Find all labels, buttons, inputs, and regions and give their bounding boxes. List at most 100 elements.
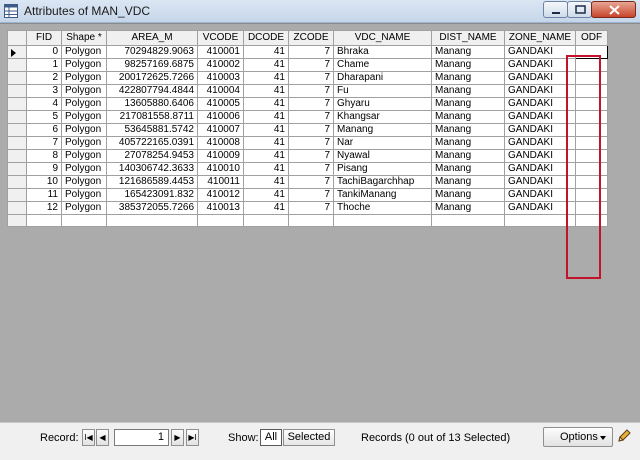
table-cell[interactable]: 41 bbox=[243, 123, 289, 137]
close-button[interactable] bbox=[591, 1, 636, 18]
table-cell[interactable]: 7 bbox=[288, 136, 334, 150]
table-cell[interactable] bbox=[575, 136, 608, 150]
table-cell[interactable]: 7 bbox=[288, 45, 334, 59]
table-cell[interactable]: Polygon bbox=[61, 175, 107, 189]
table-cell[interactable] bbox=[288, 214, 334, 227]
table-cell[interactable]: 410001 bbox=[197, 45, 244, 59]
column-header-dist-name[interactable]: DIST_NAME bbox=[431, 30, 505, 46]
table-cell[interactable]: Manang bbox=[333, 123, 432, 137]
column-header-zcode[interactable]: ZCODE bbox=[288, 30, 334, 46]
row-selector-corner[interactable] bbox=[7, 30, 27, 46]
table-cell[interactable]: 41 bbox=[243, 110, 289, 124]
table-cell[interactable]: 41 bbox=[243, 162, 289, 176]
table-cell[interactable]: TankiManang bbox=[333, 188, 432, 202]
table-cell[interactable]: GANDAKI bbox=[504, 149, 576, 163]
table-cell[interactable] bbox=[575, 123, 608, 137]
row-selector[interactable] bbox=[7, 175, 27, 189]
table-cell[interactable] bbox=[575, 110, 608, 124]
table-cell[interactable]: Nar bbox=[333, 136, 432, 150]
table-row[interactable]: 10 Polygon 121686589.4453 410011 41 7 TachiBag… bbox=[7, 175, 608, 189]
row-selector[interactable] bbox=[7, 123, 27, 137]
table-cell[interactable]: Bhraka bbox=[333, 45, 432, 59]
table-cell[interactable]: Manang bbox=[431, 201, 505, 215]
table-cell[interactable]: Nyawal bbox=[333, 149, 432, 163]
table-cell[interactable]: 410011 bbox=[197, 175, 244, 189]
table-cell[interactable]: 410012 bbox=[197, 188, 244, 202]
table-cell[interactable]: 13605880.6406 bbox=[106, 97, 198, 111]
table-cell[interactable]: 165423091.832 bbox=[106, 188, 198, 202]
row-selector[interactable] bbox=[7, 45, 27, 59]
table-cell[interactable]: 7 bbox=[288, 175, 334, 189]
table-cell[interactable]: GANDAKI bbox=[504, 58, 576, 72]
table-cell[interactable]: GANDAKI bbox=[504, 110, 576, 124]
minimize-button[interactable] bbox=[543, 1, 568, 18]
table-cell[interactable] bbox=[575, 71, 608, 85]
table-cell[interactable]: 7 bbox=[288, 162, 334, 176]
table-cell[interactable]: 410010 bbox=[197, 162, 244, 176]
table-cell[interactable]: Manang bbox=[431, 97, 505, 111]
table-cell[interactable]: Polygon bbox=[61, 149, 107, 163]
table-cell[interactable] bbox=[575, 97, 608, 111]
table-cell[interactable]: Polygon bbox=[61, 45, 107, 59]
row-selector[interactable] bbox=[7, 58, 27, 72]
table-cell[interactable]: Manang bbox=[431, 149, 505, 163]
table-cell[interactable]: Manang bbox=[431, 110, 505, 124]
table-cell[interactable]: 7 bbox=[288, 84, 334, 98]
table-cell[interactable]: 7 bbox=[288, 149, 334, 163]
new-record-row[interactable] bbox=[7, 214, 608, 227]
show-selected-button[interactable]: Selected bbox=[283, 429, 335, 446]
column-header-dcode[interactable]: DCODE bbox=[243, 30, 289, 46]
table-cell[interactable]: Manang bbox=[431, 136, 505, 150]
table-row[interactable]: 4 Polygon 13605880.6406 410005 41 7 Ghyaru Mana… bbox=[7, 97, 608, 111]
table-cell[interactable]: 7 bbox=[26, 136, 62, 150]
table-cell[interactable]: Manang bbox=[431, 162, 505, 176]
table-cell[interactable] bbox=[575, 201, 608, 215]
table-cell[interactable]: GANDAKI bbox=[504, 84, 576, 98]
column-header-area-m[interactable]: AREA_M bbox=[106, 30, 198, 46]
row-selector[interactable] bbox=[7, 201, 27, 215]
table-cell[interactable]: 410013 bbox=[197, 201, 244, 215]
table-cell[interactable]: Manang bbox=[431, 188, 505, 202]
table-cell[interactable]: 2 bbox=[26, 71, 62, 85]
table-cell[interactable]: Polygon bbox=[61, 97, 107, 111]
last-record-button[interactable]: ▶I bbox=[186, 429, 199, 446]
table-cell[interactable] bbox=[106, 214, 198, 227]
table-cell[interactable]: 7 bbox=[288, 201, 334, 215]
row-selector[interactable] bbox=[7, 136, 27, 150]
table-cell[interactable] bbox=[504, 214, 576, 227]
table-cell[interactable]: Manang bbox=[431, 175, 505, 189]
table-cell[interactable]: 410002 bbox=[197, 58, 244, 72]
table-cell[interactable]: 217081558.8711 bbox=[106, 110, 198, 124]
row-selector[interactable] bbox=[7, 110, 27, 124]
row-selector[interactable] bbox=[7, 71, 27, 85]
table-cell[interactable]: GANDAKI bbox=[504, 45, 576, 59]
table-cell[interactable]: GANDAKI bbox=[504, 162, 576, 176]
table-cell[interactable]: Polygon bbox=[61, 188, 107, 202]
table-cell[interactable]: 410004 bbox=[197, 84, 244, 98]
table-cell[interactable]: Manang bbox=[431, 45, 505, 59]
column-header-shape[interactable]: Shape * bbox=[61, 30, 107, 46]
row-selector[interactable] bbox=[7, 97, 27, 111]
table-cell[interactable]: 385372055.7266 bbox=[106, 201, 198, 215]
table-cell[interactable]: 140306742.3633 bbox=[106, 162, 198, 176]
table-cell[interactable]: 121686589.4453 bbox=[106, 175, 198, 189]
table-cell[interactable]: 6 bbox=[26, 123, 62, 137]
column-header-vdc-name[interactable]: VDC_NAME bbox=[333, 30, 432, 46]
row-selector[interactable] bbox=[7, 214, 27, 227]
table-cell[interactable]: Thoche bbox=[333, 201, 432, 215]
table-cell[interactable]: 7 bbox=[288, 71, 334, 85]
table-row[interactable]: 1 Polygon 98257169.6875 410002 41 7 Chame Manan… bbox=[7, 58, 608, 72]
table-cell[interactable]: GANDAKI bbox=[504, 188, 576, 202]
row-selector[interactable] bbox=[7, 84, 27, 98]
table-cell[interactable]: 405722165.0391 bbox=[106, 136, 198, 150]
table-cell[interactable]: 8 bbox=[26, 149, 62, 163]
table-cell[interactable]: 41 bbox=[243, 58, 289, 72]
table-cell[interactable] bbox=[575, 149, 608, 163]
table-cell[interactable]: 410006 bbox=[197, 110, 244, 124]
table-cell[interactable]: Manang bbox=[431, 58, 505, 72]
table-cell[interactable]: Polygon bbox=[61, 84, 107, 98]
column-header-odf[interactable]: ODF bbox=[575, 30, 608, 46]
first-record-button[interactable]: I◀ bbox=[82, 429, 95, 446]
table-cell[interactable]: 1 bbox=[26, 58, 62, 72]
previous-record-button[interactable]: ◀ bbox=[96, 429, 109, 446]
